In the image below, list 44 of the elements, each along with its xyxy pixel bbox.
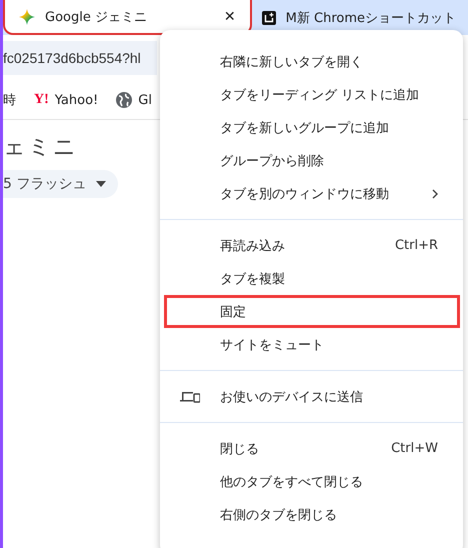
menu-item-label: サイトをミュート: [220, 336, 325, 354]
menu-item-label: 右隣に新しいタブを開く: [220, 54, 364, 70]
tab-title: Google ジェミニ: [45, 8, 148, 26]
devices-icon: [180, 390, 200, 402]
menu-item[interactable]: サイトをミュート: [164, 328, 460, 361]
close-button[interactable]: ✕: [222, 8, 238, 24]
menu-item-label: グループから削除: [220, 152, 325, 170]
menu-item-label: 閉じる: [220, 440, 260, 458]
menu-item[interactable]: タブを新しいグループに追加: [164, 111, 460, 144]
browser-tab[interactable]: Google ジェミニ ✕: [3, 0, 252, 35]
menu-item[interactable]: 右側のタブを閉じる: [164, 498, 460, 531]
menu-item[interactable]: 他のタブをすべて閉じる: [164, 465, 460, 498]
menu-item-label: 右側のタブを閉じる: [220, 506, 338, 524]
menu-item[interactable]: お使いのデバイスに送信: [164, 380, 460, 413]
add-note-icon: [262, 10, 276, 24]
bookmark-label[interactable]: Gl: [138, 92, 152, 108]
menu-item-label: 固定: [220, 304, 247, 320]
globe-icon: [116, 92, 132, 108]
address-field[interactable]: fc025173d6bcb554?hl: [3, 41, 157, 75]
page-heading: ェミニ: [3, 134, 78, 162]
shortcut-label: Ctrl+W: [391, 441, 438, 456]
bookmark-label[interactable]: Yahoo!: [54, 92, 98, 108]
bookmark-label[interactable]: 時: [3, 91, 16, 109]
menu-item-label: 再読み込み: [220, 238, 286, 254]
menu-item[interactable]: 右隣に新しいタブを開く: [164, 45, 460, 78]
menu-item[interactable]: タブをリーディング リストに追加: [164, 78, 460, 111]
shortcut-label: Ctrl+R: [394, 238, 438, 253]
menu-item[interactable]: タブを複製: [164, 262, 460, 295]
menu-item[interactable]: タブを別のウィンドウに移動: [164, 177, 460, 210]
caret-icon: [96, 181, 106, 187]
menu-item[interactable]: 閉じる Ctrl+W: [164, 432, 460, 465]
menu-item-label: お使いのデバイスに送信: [220, 388, 364, 406]
menu-item[interactable]: 固定: [164, 295, 460, 328]
menu-item-label: タブを新しいグループに追加: [220, 120, 390, 136]
sparkle-icon: [19, 8, 35, 24]
menu-item-label: タブを別のウィンドウに移動: [220, 186, 390, 202]
menu-item[interactable]: 再読み込み Ctrl+R: [164, 229, 460, 262]
menu-item-label: 他のタブをすべて閉じる: [220, 474, 364, 490]
tab-title: M新 Chromeショートカット: [286, 10, 456, 26]
menu-item-label: タブをリーディング リストに追加: [220, 86, 420, 104]
model-selector[interactable]: 5 フラッシュ: [3, 170, 118, 198]
yahoo-logo: Y!: [34, 92, 49, 108]
menu-item-label: タブを複製: [220, 270, 286, 288]
menu-item[interactable]: グループから削除: [164, 144, 460, 177]
